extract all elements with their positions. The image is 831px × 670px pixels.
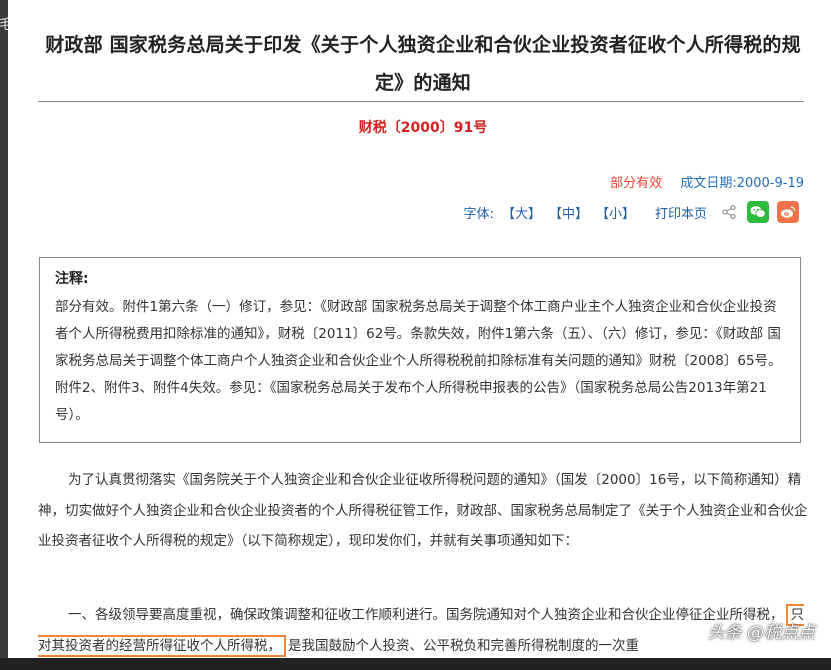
window-edge: 毛 (0, 0, 13, 670)
annotation-title: 注释: (55, 271, 89, 287)
title-divider (38, 101, 804, 102)
wechat-icon[interactable] (747, 201, 769, 223)
watermark: 头条 @税点点 (707, 623, 815, 643)
status-badge: 部分有效 (610, 176, 663, 191)
body-paragraph-2: 一、各级领导要高度重视，确保政策调整和征收工作顺利进行。国务院通知对个人独资企业… (38, 600, 810, 658)
body-paragraph-1: 为了认真贯彻落实《国务院关于个人独资企业和合伙企业征收所得税问题的通知》（国发〔… (38, 465, 810, 557)
document-number: 财税〔2000〕91号 (358, 120, 488, 136)
paragraph-2-text-b: 是我国鼓励个人投资、公平税负和完善所得税制度的一次重 (288, 637, 639, 654)
annotation-body: 部分有效。附件1第六条（一）修订，参见：《财政部 国家税务总局关于调整个体工商户… (55, 299, 782, 423)
paragraph-2-text-a: 一、各级领导要高度重视，确保政策调整和征收工作顺利进行。国务院通知对个人独资企业… (68, 607, 784, 623)
font-small-button[interactable]: 【小】 (596, 203, 635, 222)
font-size-label: 字体: (463, 206, 494, 222)
font-medium-button[interactable]: 【中】 (549, 203, 588, 222)
document-meta: 部分有效 成文日期:2000-9-19 (610, 172, 804, 191)
page-title: 财政部 国家税务总局关于印发《关于个人独资企业和合伙企业投资者征收个人所得税的规… (45, 34, 801, 94)
date-label: 成文日期: (680, 176, 737, 191)
document-page: 财政部 国家税务总局关于印发《关于个人独资企业和合伙企业投资者征收个人所得税的规… (8, 0, 831, 658)
share-icon[interactable] (721, 204, 737, 220)
issue-date: 2000-9-19 (736, 176, 804, 191)
bottom-bar (0, 658, 831, 670)
paragraph-1-text: 为了认真贯彻落实《国务院关于个人独资企业和合伙企业征收所得税问题的通知》（国发〔… (38, 472, 808, 549)
print-button[interactable]: 打印本页 (655, 203, 707, 222)
annotation-box: 注释: 部分有效。附件1第六条（一）修订，参见：《财政部 国家税务总局关于调整个… (39, 257, 801, 443)
weibo-icon[interactable] (777, 201, 799, 223)
toolbar: 字体: 【大】 【中】 【小】 打印本页 (464, 199, 799, 225)
font-large-button[interactable]: 【大】 (502, 203, 541, 222)
